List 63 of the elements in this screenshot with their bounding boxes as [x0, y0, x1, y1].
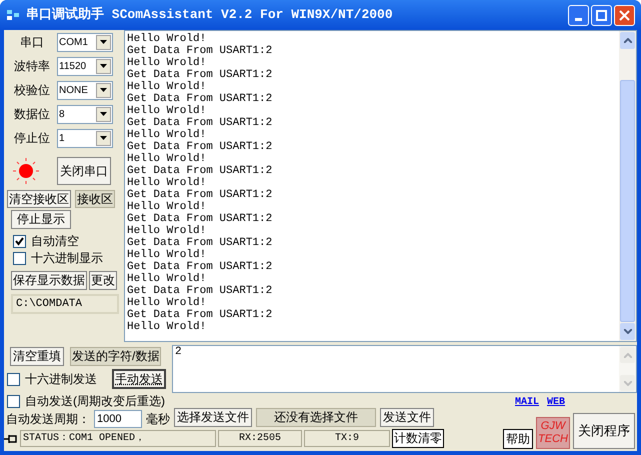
window-title: 串口调试助手 SComAssistant V2.2 For WIN9X/NT/2000 — [26, 6, 393, 24]
setting-label: 波特率 — [13, 58, 51, 75]
setting-label: 串口 — [19, 34, 45, 51]
clear-receive-button[interactable]: 清空接收区 — [7, 190, 71, 208]
setting-dropdown[interactable]: COM1 — [57, 32, 113, 52]
period-input[interactable]: 1000 — [94, 410, 142, 428]
scroll-down-icon — [624, 329, 632, 334]
scrollbar[interactable] — [619, 346, 636, 392]
reset-count-button[interactable]: 计数清零 — [392, 429, 444, 448]
file-status-label: 还没有选择文件 — [256, 408, 376, 426]
receive-area-label: 接收区 — [75, 190, 115, 208]
tx-count: TX:9 — [304, 430, 390, 447]
setting-label: 停止位 — [13, 130, 51, 147]
checkbox[interactable] — [7, 394, 20, 408]
option-label: 自动发送(周期改变后重选) — [25, 393, 165, 410]
status-text: STATUS：COM1 OPENED， — [20, 430, 216, 447]
checkbox[interactable] — [7, 372, 20, 386]
close-program-button[interactable]: 关闭程序 — [573, 413, 635, 449]
link[interactable]: MAIL — [515, 395, 540, 410]
pin-icon — [4, 434, 18, 444]
setting-dropdown[interactable]: NONE — [57, 80, 113, 100]
choose-file-button[interactable]: 选择发送文件 — [174, 408, 252, 426]
setting-label: 数据位 — [13, 106, 51, 123]
dropdown-arrow-icon — [100, 112, 107, 116]
setting-label: 校验位 — [13, 82, 51, 99]
change-button[interactable]: 更改 — [89, 271, 117, 290]
scroll-up-icon — [624, 38, 632, 43]
dropdown-arrow-icon — [100, 40, 107, 44]
period-label: 自动发送周期： — [6, 411, 90, 428]
close-button[interactable] — [614, 4, 635, 26]
scroll-down-icon — [624, 380, 632, 386]
setting-dropdown[interactable]: 8 — [57, 104, 113, 124]
option-label: 十六进制发送 — [25, 371, 97, 388]
checkbox[interactable] — [13, 234, 26, 248]
send-area-label: 发送的字符/数据 — [70, 347, 162, 366]
help-button[interactable]: 帮助 — [503, 429, 533, 449]
app-icon — [6, 8, 20, 22]
close-port-button[interactable]: 关闭串口 — [57, 157, 111, 185]
path-field[interactable]: C:\COMDATA — [11, 294, 119, 314]
scroll-up-icon — [624, 352, 632, 358]
option-label: 自动清空 — [31, 233, 79, 250]
maximize-button[interactable] — [591, 4, 612, 26]
scrollbar[interactable] — [619, 31, 636, 341]
dropdown-arrow-icon — [100, 136, 107, 140]
minimize-button[interactable] — [568, 4, 589, 26]
setting-dropdown[interactable]: 11520 — [57, 56, 113, 76]
close-icon — [619, 10, 630, 20]
checkbox[interactable] — [13, 252, 26, 264]
maximize-icon — [596, 10, 607, 20]
dropdown-arrow-icon — [100, 88, 107, 92]
rx-count: RX:2505 — [218, 430, 302, 447]
setting-dropdown[interactable]: 1 — [57, 128, 113, 148]
manual-send-button[interactable]: 手动发送 — [112, 369, 166, 389]
option-label: 十六进制显示 — [31, 250, 103, 267]
minimize-icon — [575, 18, 582, 20]
clear-send-button[interactable]: 清空重填 — [10, 347, 64, 366]
logo: GJW TECH — [536, 417, 570, 449]
link[interactable]: WEB — [547, 395, 566, 410]
send-file-button[interactable]: 发送文件 — [380, 408, 434, 426]
dropdown-arrow-icon — [100, 64, 107, 68]
save-data-button[interactable]: 保存显示数据 — [11, 271, 87, 290]
stop-display-button[interactable]: 停止显示 — [11, 210, 71, 229]
period-unit: 毫秒 — [146, 411, 170, 428]
